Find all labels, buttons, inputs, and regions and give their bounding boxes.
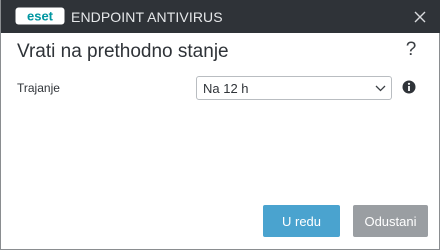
info-icon[interactable] xyxy=(402,80,416,94)
close-button[interactable] xyxy=(407,4,433,30)
eset-logo: eset xyxy=(15,7,65,25)
cancel-button[interactable]: Odustani xyxy=(353,205,428,237)
close-icon xyxy=(414,11,426,23)
duration-label: Trajanje xyxy=(17,81,60,95)
ok-button[interactable]: U redu xyxy=(263,205,340,237)
chevron-down-icon xyxy=(375,85,386,92)
dialog-window: eset ENDPOINT ANTIVIRUS Vrati na prethod… xyxy=(0,0,440,250)
title-bar: eset ENDPOINT ANTIVIRUS xyxy=(1,0,440,33)
help-button[interactable]: ? xyxy=(403,39,419,61)
duration-select-value: Na 12 h xyxy=(203,81,249,96)
logo-text: eset xyxy=(27,9,54,24)
duration-select[interactable]: Na 12 h xyxy=(196,76,392,100)
product-name: ENDPOINT ANTIVIRUS xyxy=(71,9,223,25)
dialog-title: Vrati na prethodno stanje xyxy=(17,41,229,62)
